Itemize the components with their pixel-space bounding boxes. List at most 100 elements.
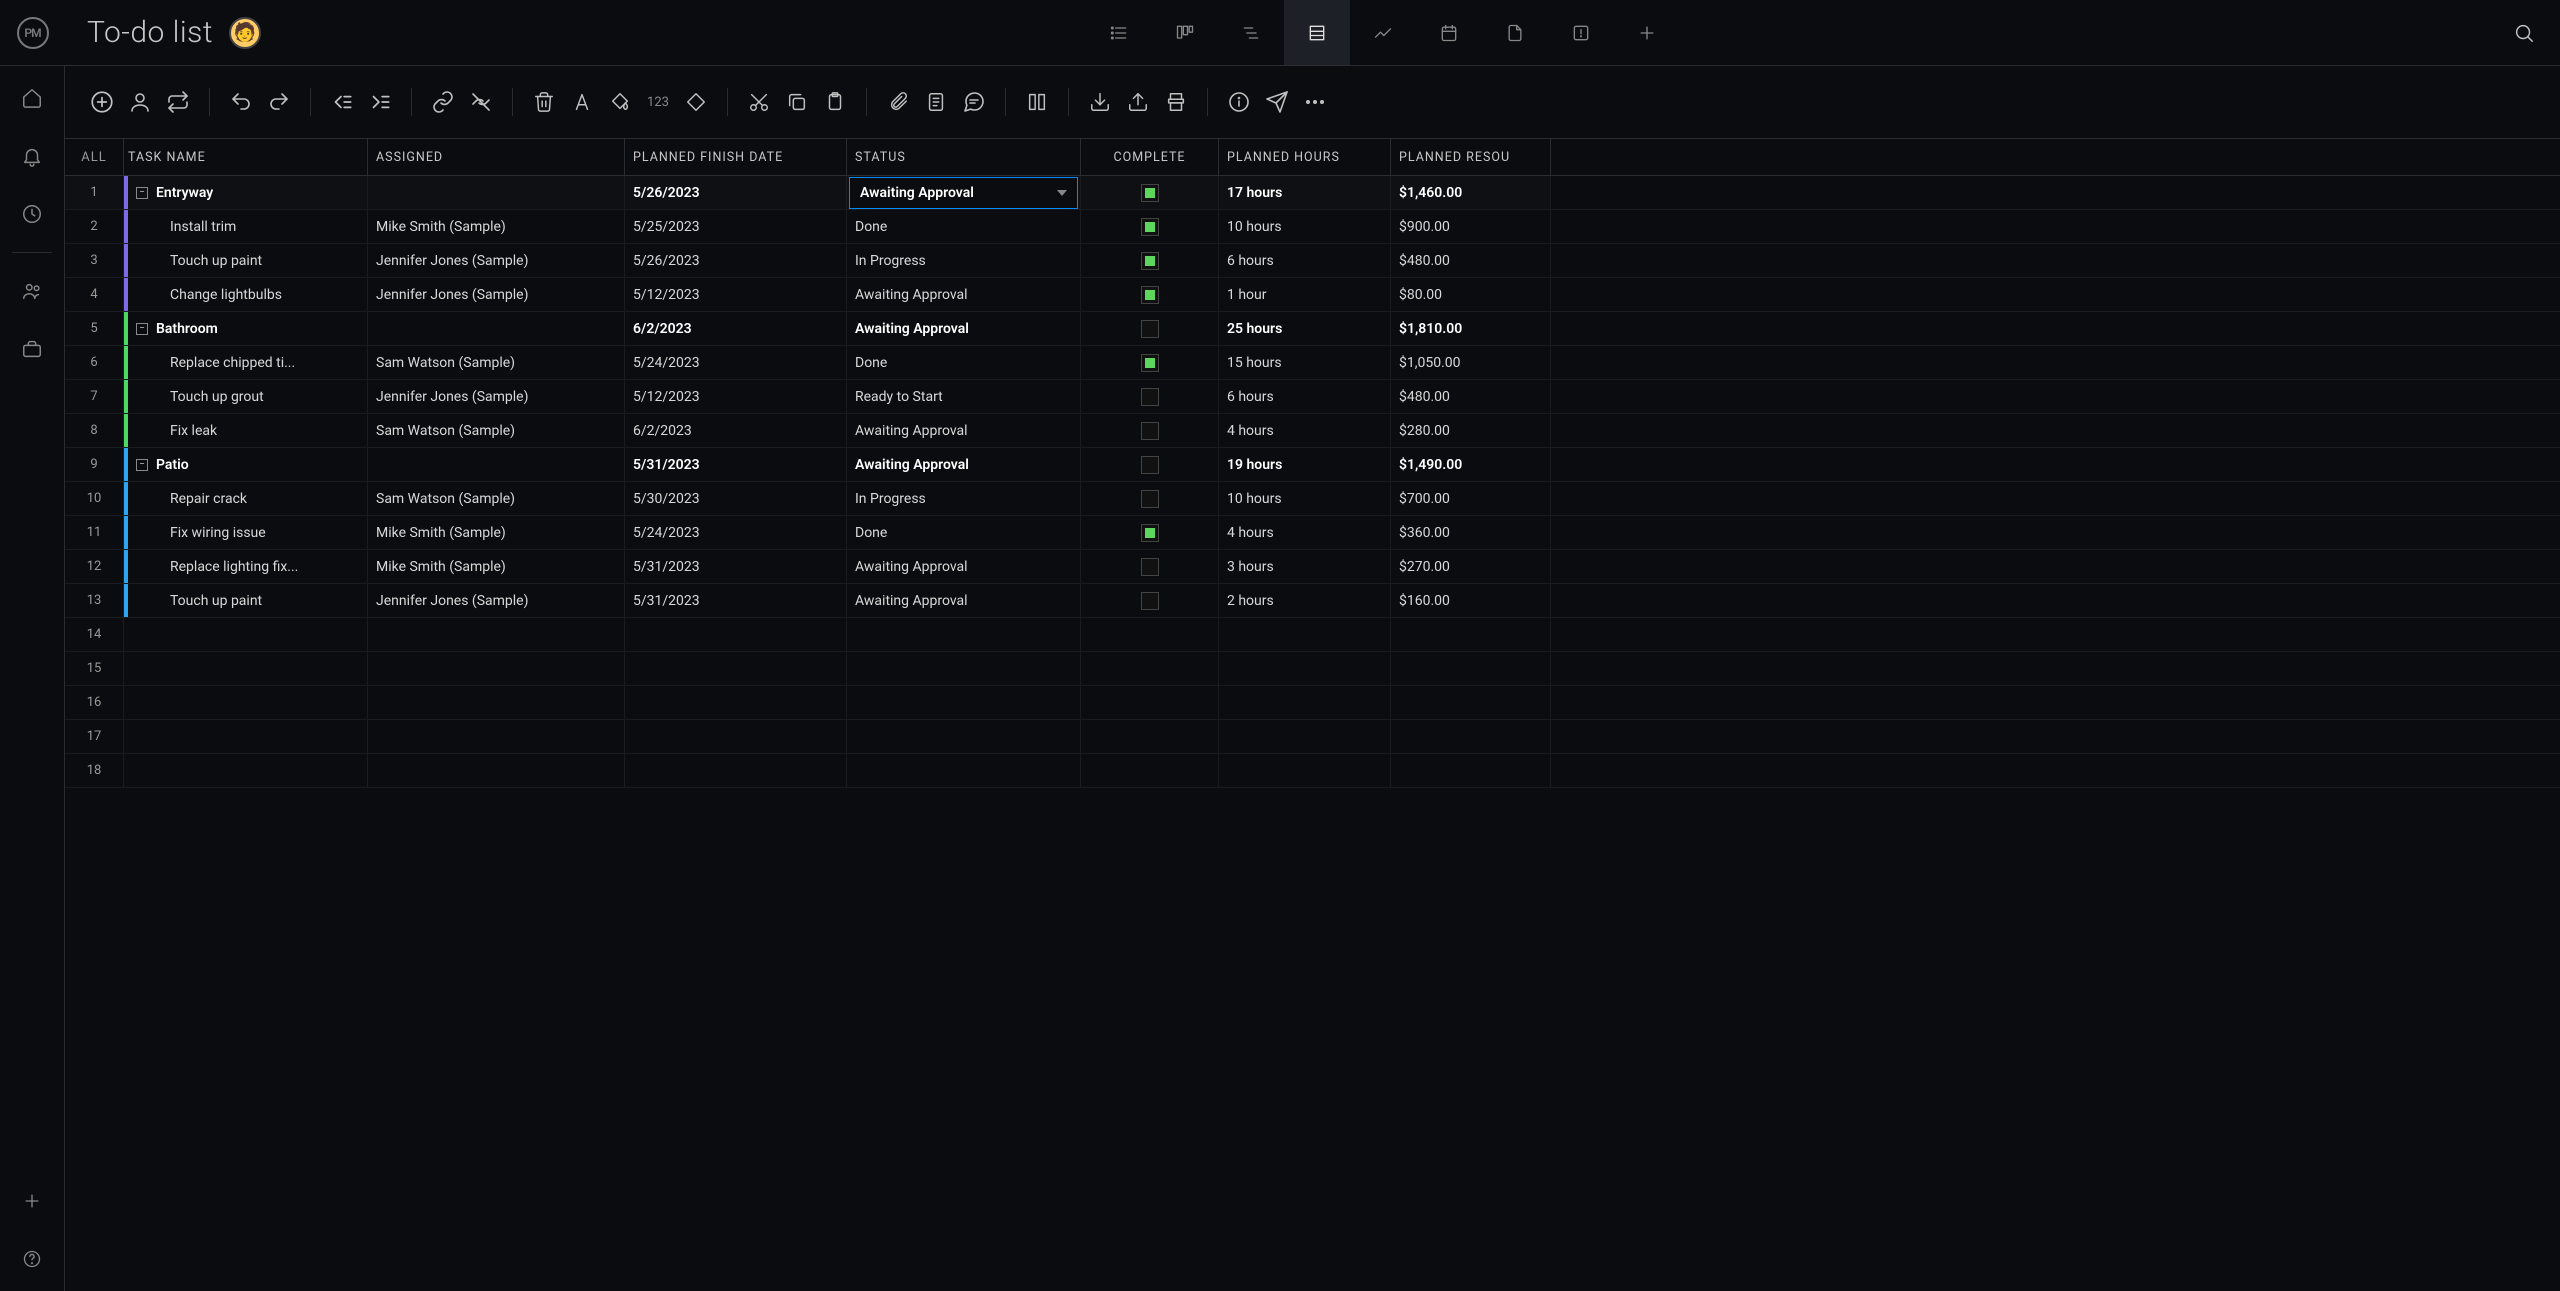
date-cell[interactable]: 6/2/2023	[625, 312, 847, 345]
assigned-cell[interactable]	[368, 312, 625, 345]
complete-cell[interactable]	[1081, 278, 1219, 311]
col-cost[interactable]: PLANNED RESOU	[1391, 139, 1551, 175]
table-row[interactable]: 8Fix leakSam Watson (Sample)6/2/2023Awai…	[65, 414, 2560, 448]
complete-cell[interactable]	[1081, 380, 1219, 413]
row-number[interactable]: 13	[65, 584, 124, 617]
cost-cell[interactable]: $80.00	[1391, 278, 1551, 311]
assigned-cell[interactable]	[368, 176, 625, 209]
task-cell[interactable]: Repair crack	[124, 482, 368, 515]
complete-checkbox[interactable]	[1141, 354, 1159, 372]
attach-button[interactable]	[881, 85, 915, 119]
row-number[interactable]: 8	[65, 414, 124, 447]
task-cell[interactable]: Touch up grout	[124, 380, 368, 413]
hours-cell[interactable]: 6 hours	[1219, 244, 1391, 277]
table-row-empty[interactable]: 14	[65, 618, 2560, 652]
assigned-cell[interactable]: Mike Smith (Sample)	[368, 550, 625, 583]
complete-checkbox[interactable]	[1141, 558, 1159, 576]
status-cell[interactable]: Awaiting Approval	[847, 278, 1081, 311]
cost-cell[interactable]: $1,810.00	[1391, 312, 1551, 345]
table-row-empty[interactable]: 18	[65, 754, 2560, 788]
complete-checkbox[interactable]	[1141, 218, 1159, 236]
task-cell[interactable]: −Entryway	[124, 176, 368, 209]
view-risk-icon[interactable]	[1548, 0, 1614, 65]
indent-button[interactable]	[363, 85, 397, 119]
complete-checkbox[interactable]	[1141, 490, 1159, 508]
col-assigned[interactable]: ASSIGNED	[368, 139, 625, 175]
task-cell[interactable]: Change lightbulbs	[124, 278, 368, 311]
cost-cell[interactable]: $270.00	[1391, 550, 1551, 583]
hours-cell[interactable]: 2 hours	[1219, 584, 1391, 617]
assigned-cell[interactable]: Sam Watson (Sample)	[368, 346, 625, 379]
cut-button[interactable]	[742, 85, 776, 119]
avatar[interactable]: 🧑	[229, 17, 261, 49]
status-cell[interactable]: Awaiting Approval	[847, 176, 1081, 209]
task-cell[interactable]: Install trim	[124, 210, 368, 243]
row-number[interactable]: 6	[65, 346, 124, 379]
table-row[interactable]: 5−Bathroom6/2/2023Awaiting Approval25 ho…	[65, 312, 2560, 346]
view-gantt-icon[interactable]	[1218, 0, 1284, 65]
cost-cell[interactable]: $1,050.00	[1391, 346, 1551, 379]
date-cell[interactable]: 5/24/2023	[625, 346, 847, 379]
cost-cell[interactable]: $1,490.00	[1391, 448, 1551, 481]
status-dropdown[interactable]: Awaiting Approval	[849, 177, 1078, 209]
redo-button[interactable]	[262, 85, 296, 119]
date-cell[interactable]: 5/26/2023	[625, 176, 847, 209]
col-hours[interactable]: PLANNED HOURS	[1219, 139, 1391, 175]
briefcase-icon[interactable]	[18, 335, 46, 363]
help-icon[interactable]	[18, 1245, 46, 1273]
paste-button[interactable]	[818, 85, 852, 119]
status-cell[interactable]: In Progress	[847, 244, 1081, 277]
task-cell[interactable]: −Bathroom	[124, 312, 368, 345]
hours-cell[interactable]: 25 hours	[1219, 312, 1391, 345]
status-cell[interactable]: Done	[847, 346, 1081, 379]
hours-cell[interactable]: 15 hours	[1219, 346, 1391, 379]
col-date[interactable]: PLANNED FINISH DATE	[625, 139, 847, 175]
hours-cell[interactable]: 19 hours	[1219, 448, 1391, 481]
date-cell[interactable]: 5/30/2023	[625, 482, 847, 515]
status-cell[interactable]: Awaiting Approval	[847, 584, 1081, 617]
view-add-icon[interactable]	[1614, 0, 1680, 65]
complete-cell[interactable]	[1081, 346, 1219, 379]
complete-cell[interactable]	[1081, 550, 1219, 583]
team-icon[interactable]	[18, 277, 46, 305]
add-icon[interactable]	[18, 1187, 46, 1215]
date-cell[interactable]: 5/31/2023	[625, 448, 847, 481]
row-number[interactable]: 4	[65, 278, 124, 311]
cost-cell[interactable]: $1,460.00	[1391, 176, 1551, 209]
table-row[interactable]: 2Install trimMike Smith (Sample)5/25/202…	[65, 210, 2560, 244]
status-cell[interactable]: Done	[847, 210, 1081, 243]
complete-cell[interactable]	[1081, 516, 1219, 549]
complete-checkbox[interactable]	[1141, 252, 1159, 270]
complete-checkbox[interactable]	[1141, 184, 1159, 202]
comment-button[interactable]	[957, 85, 991, 119]
cost-cell[interactable]: $280.00	[1391, 414, 1551, 447]
row-number[interactable]: 2	[65, 210, 124, 243]
task-cell[interactable]: −Patio	[124, 448, 368, 481]
collapse-toggle[interactable]: −	[136, 459, 148, 471]
task-cell[interactable]: Fix leak	[124, 414, 368, 447]
hours-cell[interactable]: 1 hour	[1219, 278, 1391, 311]
hours-cell[interactable]: 6 hours	[1219, 380, 1391, 413]
number-format-button[interactable]: 123	[641, 85, 675, 119]
date-cell[interactable]: 5/12/2023	[625, 380, 847, 413]
complete-cell[interactable]	[1081, 244, 1219, 277]
task-grid[interactable]: ALL TASK NAME ASSIGNED PLANNED FINISH DA…	[65, 138, 2560, 1291]
cost-cell[interactable]: $700.00	[1391, 482, 1551, 515]
task-cell[interactable]: Touch up paint	[124, 244, 368, 277]
complete-checkbox[interactable]	[1141, 320, 1159, 338]
complete-cell[interactable]	[1081, 584, 1219, 617]
table-row[interactable]: 1−Entryway5/26/2023Awaiting Approval17 h…	[65, 176, 2560, 210]
status-cell[interactable]: Done	[847, 516, 1081, 549]
complete-cell[interactable]	[1081, 312, 1219, 345]
app-logo[interactable]: PM	[0, 0, 65, 65]
col-status[interactable]: STATUS	[847, 139, 1081, 175]
link-button[interactable]	[426, 85, 460, 119]
row-number[interactable]: 5	[65, 312, 124, 345]
date-cell[interactable]: 5/26/2023	[625, 244, 847, 277]
table-row[interactable]: 3Touch up paintJennifer Jones (Sample)5/…	[65, 244, 2560, 278]
task-cell[interactable]: Touch up paint	[124, 584, 368, 617]
task-cell[interactable]: Replace chipped ti...	[124, 346, 368, 379]
assigned-cell[interactable]: Mike Smith (Sample)	[368, 210, 625, 243]
hours-cell[interactable]: 17 hours	[1219, 176, 1391, 209]
recurring-button[interactable]	[161, 85, 195, 119]
